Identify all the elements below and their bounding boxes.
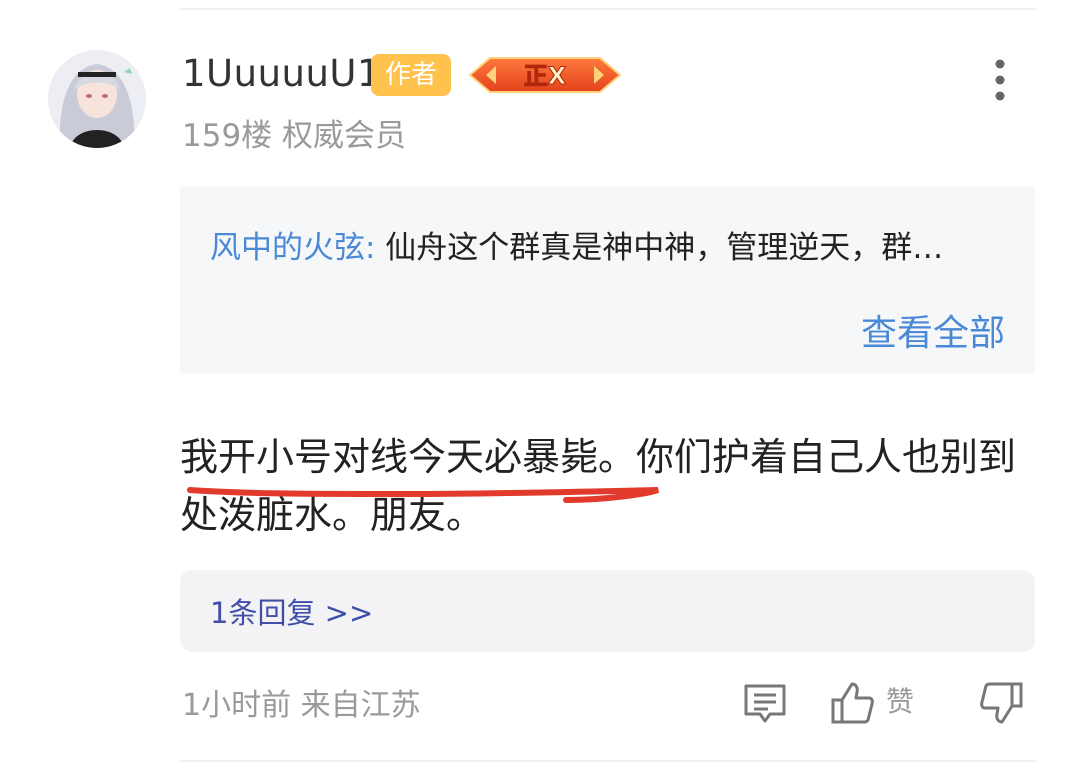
more-vertical-icon[interactable] [986, 58, 1014, 102]
level-badge-text: 正X [524, 62, 567, 90]
avatar[interactable] [48, 50, 146, 148]
time-and-location: 1小时前 来自江苏 [182, 688, 421, 723]
thumbs-down-icon[interactable] [978, 680, 1024, 726]
comment-icon[interactable] [742, 680, 788, 726]
replies-link[interactable]: 1条回复 >> [210, 590, 373, 632]
avatar-image [48, 50, 146, 148]
quoted-comment[interactable]: 风中的火弦: 仙舟这个群真是神中神，管理逆天，群… 查看全部 [180, 186, 1035, 374]
author-badge: 作者 [371, 54, 451, 96]
replies-box[interactable]: 1条回复 >> [180, 570, 1035, 652]
bottom-divider [180, 760, 1036, 762]
top-divider [180, 8, 1036, 10]
like-label[interactable]: 赞 [886, 680, 914, 720]
username[interactable]: 1UuuuuU1 [182, 52, 381, 95]
floor-and-rank: 159楼 权威会员 [182, 118, 407, 154]
quote-text: 仙舟这个群真是神中神，管理逆天，群… [375, 230, 944, 266]
quote-author[interactable]: 风中的火弦: [210, 230, 375, 266]
quote-line: 风中的火弦: 仙舟这个群真是神中神，管理逆天，群… [210, 222, 1010, 267]
thumbs-up-icon[interactable] [830, 680, 876, 726]
view-all-link[interactable]: 查看全部 [861, 304, 1005, 356]
level-badge: 正X [466, 52, 624, 98]
red-underline-annotation [187, 487, 659, 503]
